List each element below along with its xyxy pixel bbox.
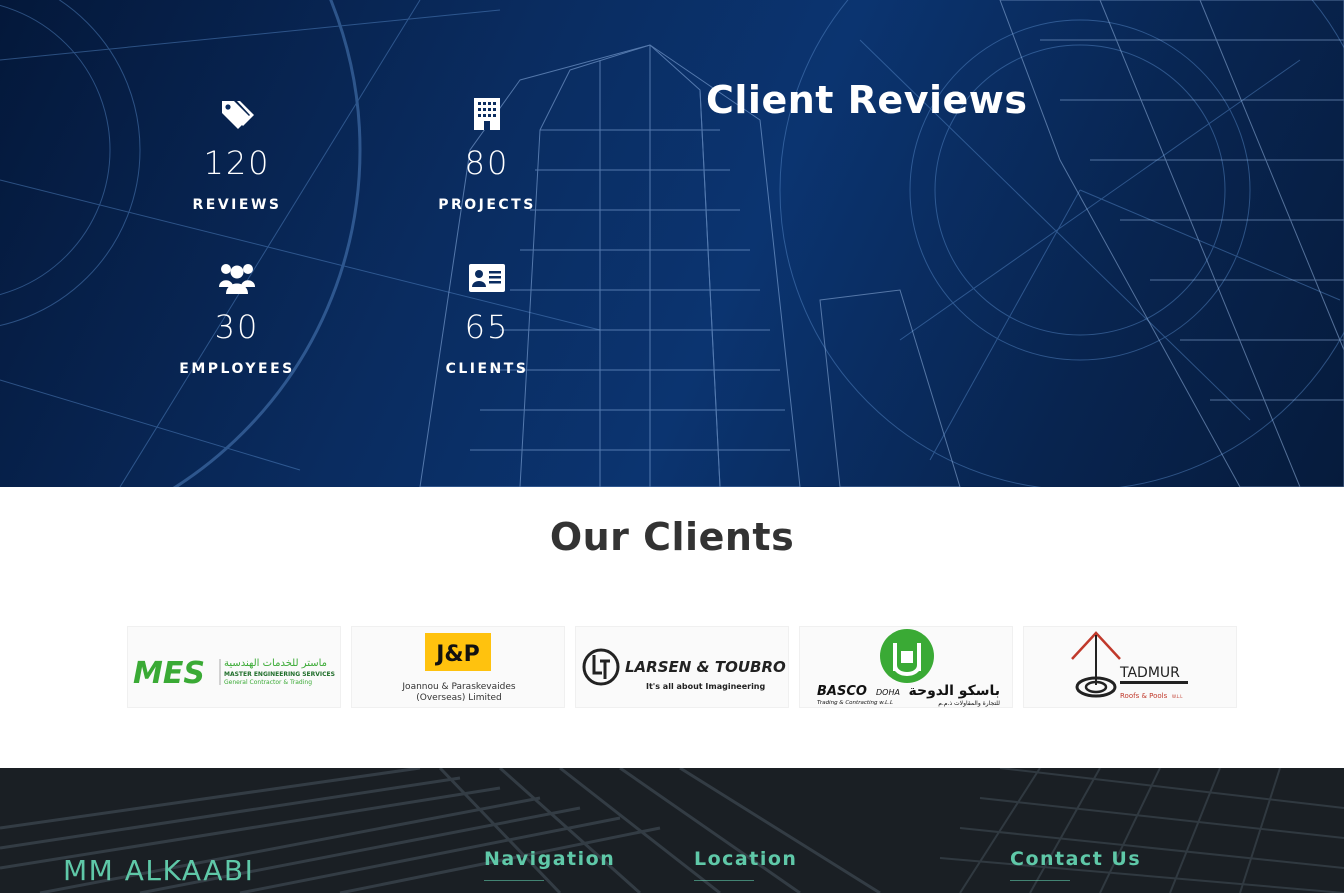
building-icon (474, 98, 500, 130)
svg-text:(Overseas) Limited: (Overseas) Limited (416, 693, 502, 703)
id-card-icon (469, 264, 505, 292)
svg-text:MASTER ENGINEERING SERVICES: MASTER ENGINEERING SERVICES (224, 671, 335, 678)
client-logo-basco[interactable]: BASCO DOHA Trading & Contracting w.L.L ب… (799, 626, 1013, 708)
svg-text:General Contractor & Trading: General Contractor & Trading (224, 679, 312, 686)
svg-text:DOHA: DOHA (876, 688, 900, 697)
stat-value: 120 (203, 144, 271, 182)
client-logo-mes[interactable]: MES ماستر للخدمات الهندسية MASTER ENGINE… (127, 626, 341, 708)
jp-logo-icon: J&P Joannou & Paraskevaides (Overseas) L… (401, 633, 516, 703)
svg-text:MES: MES (133, 656, 205, 691)
svg-text:باسكو الدوحة: باسكو الدوحة (909, 683, 1001, 699)
footer-brand[interactable]: MM ALKAABI (63, 854, 254, 887)
lt-logo-icon: LARSEN & TOUBRO It's all about Imagineer… (582, 648, 786, 691)
stat-value: 65 (464, 308, 510, 346)
svg-text:It's all about Imagineering: It's all about Imagineering (646, 682, 766, 691)
client-logo-larsen-toubro[interactable]: LARSEN & TOUBRO It's all about Imagineer… (575, 626, 789, 708)
stat-label: REVIEWS (192, 197, 282, 213)
our-clients-title: Our Clients (549, 515, 795, 559)
stat-reviews: 120 REVIEWS (137, 97, 337, 213)
footer-heading-navigation: Navigation (484, 848, 615, 881)
svg-text:ماستر للخدمات الهندسية: ماستر للخدمات الهندسية (224, 658, 327, 669)
svg-text:Trading & Contracting w.L.L: Trading & Contracting w.L.L (817, 700, 893, 706)
tags-icon (222, 101, 254, 129)
svg-text:W.L.L: W.L.L (1172, 694, 1183, 699)
stat-label: PROJECTS (438, 197, 536, 213)
stat-value: 80 (464, 144, 510, 182)
stat-projects: 80 PROJECTS (387, 97, 587, 213)
stat-clients: 65 CLIENTS (387, 261, 587, 377)
basco-logo-icon: BASCO DOHA Trading & Contracting w.L.L ب… (817, 629, 1001, 707)
stat-label: EMPLOYEES (179, 361, 295, 377)
footer-heading-contact: Contact Us (1010, 848, 1141, 881)
stats-hero-section: 120 REVIEWS 80 PROJECTS 30 EMPLOYEES 65 … (0, 0, 1344, 487)
client-logo-tadmur[interactable]: TADMUR Roofs & Pools W.L.L (1023, 626, 1237, 708)
users-icon (219, 264, 255, 294)
svg-text:Roofs & Pools: Roofs & Pools (1120, 692, 1168, 700)
svg-text:Joannou & Paraskevaides: Joannou & Paraskevaides (401, 682, 515, 692)
footer-heading-location: Location (694, 848, 797, 881)
svg-text:للتجارة والمقاولات ذ.م.م: للتجارة والمقاولات ذ.م.م (938, 700, 1000, 707)
svg-text:J&P: J&P (434, 642, 480, 667)
svg-text:LARSEN & TOUBRO: LARSEN & TOUBRO (625, 658, 786, 676)
mes-logo-icon: MES ماستر للخدمات الهندسية MASTER ENGINE… (133, 656, 335, 691)
svg-text:BASCO: BASCO (817, 684, 867, 699)
stat-value: 30 (214, 308, 260, 346)
stat-employees: 30 EMPLOYEES (137, 261, 337, 377)
blueprint-background (0, 0, 1344, 487)
svg-text:TADMUR: TADMUR (1119, 665, 1180, 681)
client-logo-jp[interactable]: J&P Joannou & Paraskevaides (Overseas) L… (351, 626, 565, 708)
site-footer: MM ALKAABI Navigation Location Contact U… (0, 768, 1344, 893)
tadmur-logo-icon: TADMUR Roofs & Pools W.L.L (1071, 631, 1188, 700)
stat-label: CLIENTS (445, 361, 529, 377)
client-reviews-title: Client Reviews (706, 78, 1028, 122)
